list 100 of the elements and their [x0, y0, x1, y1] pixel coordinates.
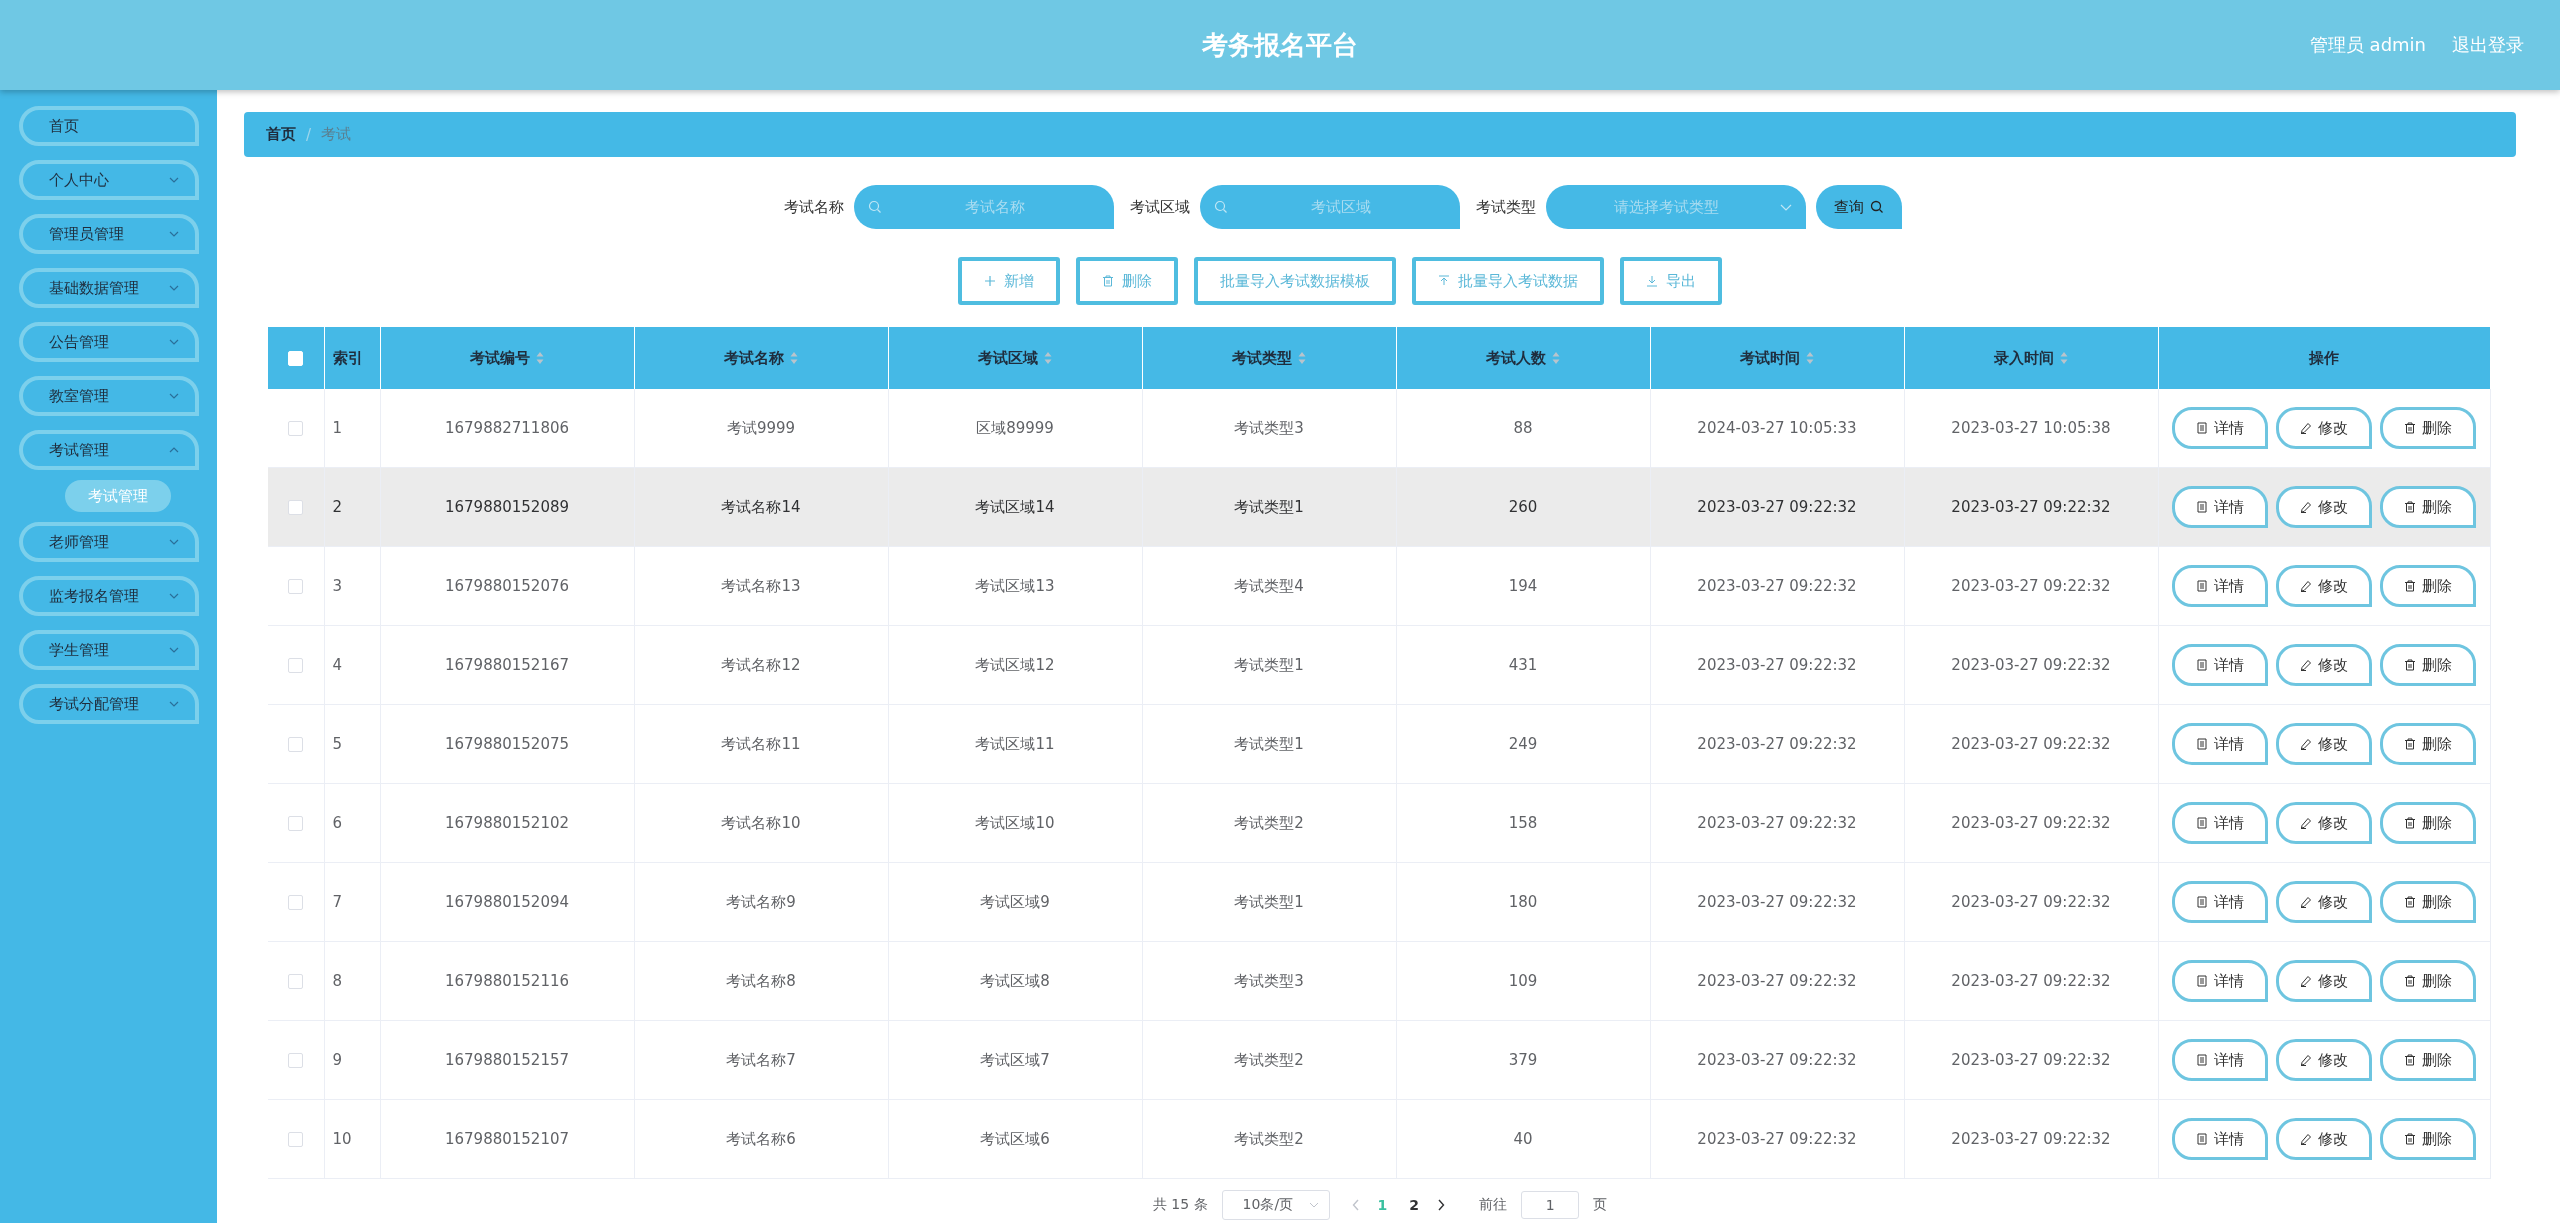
sidebar-item[interactable]: 考试管理 — [18, 430, 199, 470]
column-header[interactable]: 考试人数 — [1396, 327, 1650, 390]
row-checkbox[interactable] — [288, 1132, 304, 1148]
table-cell: 1679880152075 — [444, 735, 570, 754]
table-row[interactable]: 2 1679880152089 考试名称14 考试区域14 考试类型1 260 2023-03-27 09:22:32 2023-03-27 09:22:32 详情 修改 删除 — [268, 467, 2491, 547]
row-action-button[interactable]: 详情 — [2172, 723, 2269, 766]
chevron-icon — [168, 177, 179, 183]
row-action-button[interactable]: 删除 — [2380, 407, 2477, 450]
row-action-button[interactable]: 详情 — [2172, 881, 2269, 924]
page-number[interactable]: 2 — [1405, 1197, 1424, 1214]
row-action-button[interactable]: 详情 — [2172, 565, 2269, 608]
row-checkbox[interactable] — [288, 1053, 304, 1069]
row-checkbox[interactable] — [288, 816, 304, 832]
sidebar-item[interactable]: 公告管理 — [18, 322, 199, 362]
row-action-button[interactable]: 详情 — [2172, 802, 2269, 845]
search-label: 考试名称 — [784, 197, 844, 217]
row-action-button[interactable]: 删除 — [2380, 881, 2477, 924]
row-action-button[interactable]: 修改 — [2276, 802, 2373, 845]
table-cell: 2023-03-27 09:22:32 — [1697, 498, 1857, 517]
column-header[interactable]: 考试时间 — [1650, 327, 1904, 390]
row-action-button[interactable]: 详情 — [2172, 1118, 2269, 1161]
row-action-button[interactable]: 删除 — [2380, 960, 2477, 1003]
table-cell: 考试类型1 — [1234, 655, 1304, 674]
column-header[interactable]: 录入时间 — [1904, 327, 2158, 390]
row-action-button[interactable]: 删除 — [2380, 565, 2477, 608]
row-checkbox[interactable] — [288, 658, 304, 674]
row-action-button[interactable]: 删除 — [2380, 644, 2477, 687]
row-action-button[interactable]: 详情 — [2172, 407, 2269, 450]
row-action-button[interactable]: 修改 — [2276, 644, 2373, 687]
row-action-button[interactable]: 删除 — [2380, 802, 2477, 845]
row-checkbox[interactable] — [288, 579, 304, 595]
row-action-button[interactable]: 详情 — [2172, 1039, 2269, 1082]
sidebar-item[interactable]: 管理员管理 — [18, 214, 199, 254]
column-header[interactable]: 考试类型 — [1142, 327, 1396, 390]
pencil-icon — [2300, 975, 2313, 988]
table-row[interactable]: 9 1679880152157 考试名称7 考试区域7 考试类型2 379 2023-03-27 09:22:32 2023-03-27 09:22:32 详情 修改 删除 — [268, 1020, 2491, 1100]
table-cell: 6 — [332, 814, 343, 833]
table-row[interactable]: 1 1679882711806 考试9999 区域89999 考试类型3 88 2024-03-27 10:05:33 2023-03-27 10:05:38 详情 修改 删除 — [268, 389, 2491, 468]
row-action-button[interactable]: 详情 — [2172, 644, 2269, 687]
page-input[interactable]: 1 — [1521, 1191, 1580, 1220]
table-row[interactable]: 8 1679880152116 考试名称8 考试区域8 考试类型3 109 2023-03-27 09:22:32 2023-03-27 09:22:32 详情 修改 删除 — [268, 941, 2491, 1021]
table-cell: 1 — [332, 419, 343, 438]
table-cell: 考试名称6 — [726, 1129, 796, 1148]
table-cell: 考试区域14 — [975, 497, 1055, 516]
column-header[interactable]: 索引 — [324, 327, 380, 390]
pencil-icon — [2300, 1054, 2313, 1067]
table-row[interactable]: 3 1679880152076 考试名称13 考试区域13 考试类型4 194 2023-03-27 09:22:32 2023-03-27 09:22:32 详情 修改 删除 — [268, 546, 2491, 626]
row-action-button[interactable]: 详情 — [2172, 486, 2269, 529]
breadcrumb-link[interactable]: 首页 — [266, 125, 296, 145]
table-row[interactable]: 6 1679880152102 考试名称10 考试区域10 考试类型2 158 2023-03-27 09:22:32 2023-03-27 09:22:32 详情 修改 删除 — [268, 783, 2491, 863]
chevron-icon — [168, 231, 179, 237]
table-cell: 2023-03-27 09:22:32 — [1951, 1051, 2111, 1070]
trash-icon — [2404, 896, 2417, 909]
chevron-icon — [168, 285, 179, 291]
table-row[interactable]: 4 1679880152167 考试名称12 考试区域12 考试类型1 431 2023-03-27 09:22:32 2023-03-27 09:22:32 详情 修改 删除 — [268, 625, 2491, 705]
column-header[interactable]: 考试名称 — [634, 327, 888, 390]
sidebar-item[interactable]: 个人中心 — [18, 160, 199, 200]
column-header[interactable]: 考试编号 — [380, 327, 634, 390]
row-action-button[interactable]: 修改 — [2276, 1118, 2373, 1161]
page-size-select[interactable]: 10条/页 — [1221, 1190, 1330, 1221]
column-header[interactable]: 操作 — [2158, 327, 2491, 390]
sidebar-item[interactable]: 教室管理 — [18, 376, 199, 416]
row-action-button[interactable]: 删除 — [2380, 486, 2477, 529]
table-cell: 考试名称7 — [726, 1050, 796, 1069]
row-action-button[interactable]: 修改 — [2276, 486, 2373, 529]
row-checkbox[interactable] — [288, 974, 304, 990]
row-action-button[interactable]: 删除 — [2380, 723, 2477, 766]
row-checkbox[interactable] — [288, 737, 304, 753]
row-action-button[interactable]: 删除 — [2380, 1039, 2477, 1082]
sidebar-item[interactable]: 老师管理 — [18, 522, 199, 562]
row-checkbox[interactable] — [288, 500, 304, 516]
pencil-icon — [2300, 659, 2313, 672]
column-header[interactable]: 考试区域 — [888, 327, 1142, 390]
sidebar-item[interactable]: 监考报名管理 — [18, 576, 199, 616]
row-action-button[interactable]: 删除 — [2380, 1118, 2477, 1161]
sidebar-item[interactable]: 学生管理 — [18, 630, 199, 670]
next-page-icon[interactable] — [1437, 1199, 1446, 1212]
row-action-button[interactable]: 修改 — [2276, 723, 2373, 766]
row-checkbox[interactable] — [288, 895, 304, 911]
search-button[interactable]: 查询 — [1816, 185, 1902, 230]
table-cell: 2023-03-27 09:22:32 — [1951, 893, 2111, 912]
table-row[interactable]: 7 1679880152094 考试名称9 考试区域9 考试类型1 180 2023-03-27 09:22:32 2023-03-27 09:22:32 详情 修改 删除 — [268, 862, 2491, 942]
row-action-button[interactable]: 修改 — [2276, 881, 2373, 924]
row-checkbox[interactable] — [288, 421, 304, 437]
table-cell: 5 — [332, 735, 343, 754]
table-cell: 考试类型2 — [1234, 813, 1304, 832]
select-all-checkbox[interactable] — [288, 351, 304, 367]
table-cell: 2024-03-27 10:05:33 — [1697, 419, 1857, 438]
trash-icon — [2404, 1054, 2417, 1067]
row-action-button[interactable]: 修改 — [2276, 565, 2373, 608]
row-action-button[interactable]: 详情 — [2172, 960, 2269, 1003]
table-row[interactable]: 5 1679880152075 考试名称11 考试区域11 考试类型1 249 2023-03-27 09:22:32 2023-03-27 09:22:32 详情 修改 删除 — [268, 704, 2491, 784]
sidebar-item[interactable]: 首页 — [18, 106, 199, 146]
row-action-button[interactable]: 修改 — [2276, 1039, 2373, 1082]
row-action-button[interactable]: 修改 — [2276, 407, 2373, 450]
table-cell: 考试区域13 — [975, 576, 1055, 595]
sidebar-item[interactable]: 考试分配管理 — [18, 684, 199, 724]
table-row[interactable]: 10 1679880152107 考试名称6 考试区域6 考试类型2 40 2023-03-27 09:22:32 2023-03-27 09:22:32 详情 修改 删除 — [268, 1099, 2491, 1179]
row-action-button[interactable]: 修改 — [2276, 960, 2373, 1003]
sidebar-item[interactable]: 基础数据管理 — [18, 268, 199, 308]
